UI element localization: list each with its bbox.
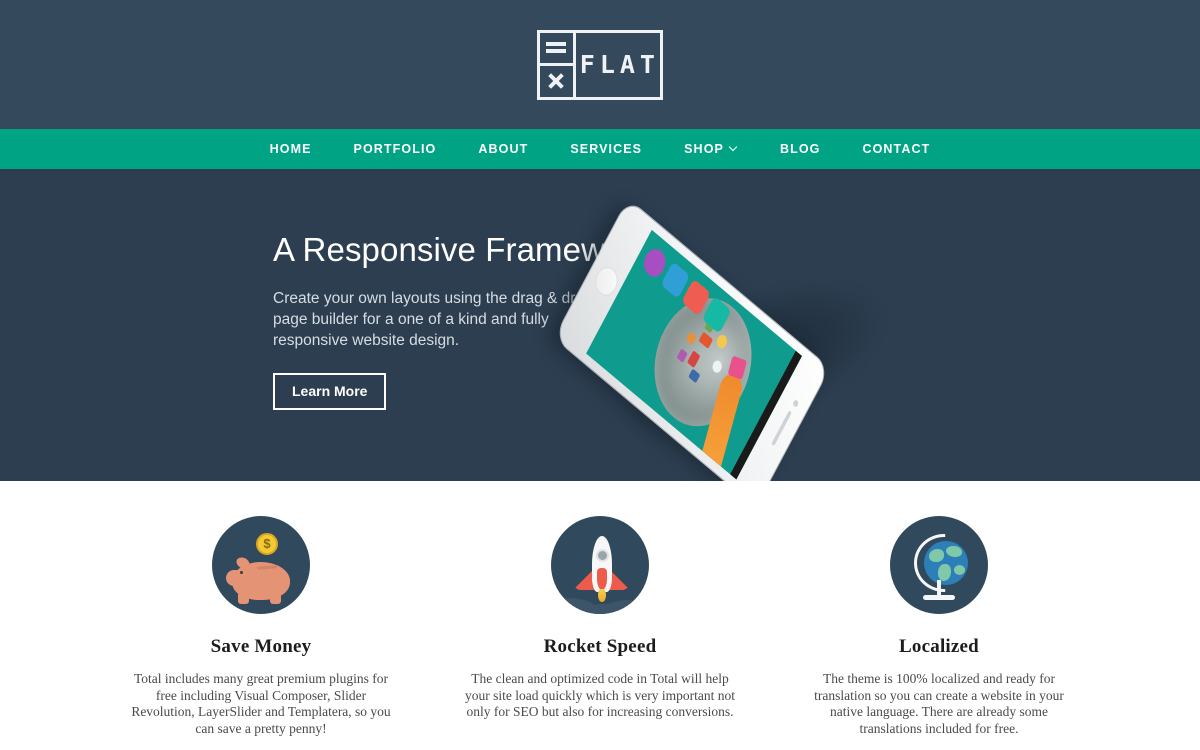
- features-section: $ Save Money Total includes many great p…: [0, 481, 1200, 737]
- hero-inner: A Responsive Framework Create your own l…: [0, 169, 1200, 481]
- site-logo[interactable]: FLAT: [537, 29, 663, 100]
- nav-item-label: HOME: [269, 142, 312, 156]
- phone-speaker: [771, 410, 792, 447]
- site-header: FLAT: [0, 0, 1200, 129]
- main-navigation: HOME PORTFOLIO ABOUT SERVICES SHOP BLOG …: [0, 129, 1200, 169]
- learn-more-button[interactable]: Learn More: [273, 373, 387, 411]
- rocket-icon: [551, 516, 649, 614]
- feature-rocket-speed: Rocket Speed The clean and optimized cod…: [464, 516, 736, 737]
- nav-item-services[interactable]: SERVICES: [549, 129, 663, 169]
- feature-text: Total includes many great premium plugin…: [131, 671, 391, 736]
- feature-text: The clean and optimized code in Total wi…: [465, 671, 735, 719]
- hero-phone-image: [554, 187, 948, 481]
- hero-title: A Responsive Framework: [273, 231, 652, 268]
- chevron-down-icon: [730, 144, 738, 152]
- nav-item-shop[interactable]: SHOP: [663, 129, 759, 169]
- hero-copy: A Responsive Framework Create your own l…: [273, 231, 652, 411]
- close-x-icon: [540, 66, 573, 97]
- nav-item-label: BLOG: [779, 142, 821, 156]
- equals-icon: [540, 33, 573, 66]
- page-root: FLAT HOME PORTFOLIO ABOUT SERVICES SHOP …: [0, 0, 1200, 750]
- nav-item-about[interactable]: ABOUT: [457, 129, 549, 169]
- nav-item-blog[interactable]: BLOG: [759, 129, 842, 169]
- piggy-bank-icon: $: [212, 516, 310, 614]
- feature-text: The theme is 100% localized and ready fo…: [814, 671, 1064, 736]
- nav-item-label: ABOUT: [478, 142, 529, 156]
- phone-screen: [586, 229, 803, 480]
- feature-title: Rocket Speed: [543, 636, 657, 657]
- nav-item-label: PORTFOLIO: [353, 142, 437, 156]
- coin-icon: $: [256, 533, 278, 555]
- nav-item-label: CONTACT: [862, 142, 931, 156]
- feature-title: Save Money: [210, 636, 312, 657]
- hero-subtitle: Create your own layouts using the drag &…: [273, 290, 593, 350]
- feature-localized: Localized The theme is 100% localized an…: [803, 516, 1075, 737]
- phone-camera-icon: [792, 398, 800, 409]
- feature-title: Localized: [899, 636, 979, 657]
- nav-item-contact[interactable]: CONTACT: [841, 129, 951, 169]
- nav-item-label: SHOP: [684, 142, 724, 156]
- nav-item-portfolio[interactable]: PORTFOLIO: [333, 129, 458, 169]
- globe-icon: [890, 516, 988, 614]
- nav-item-label: SERVICES: [570, 142, 643, 156]
- hero-section: A Responsive Framework Create your own l…: [0, 169, 1200, 481]
- smartphone-mockup: [554, 199, 830, 481]
- logo-wordmark: FLAT: [579, 50, 660, 79]
- features-row: $ Save Money Total includes many great p…: [125, 516, 1075, 737]
- logo-mark-column: [540, 32, 576, 97]
- nav-item-home[interactable]: HOME: [249, 129, 333, 169]
- feature-save-money: $ Save Money Total includes many great p…: [125, 516, 397, 737]
